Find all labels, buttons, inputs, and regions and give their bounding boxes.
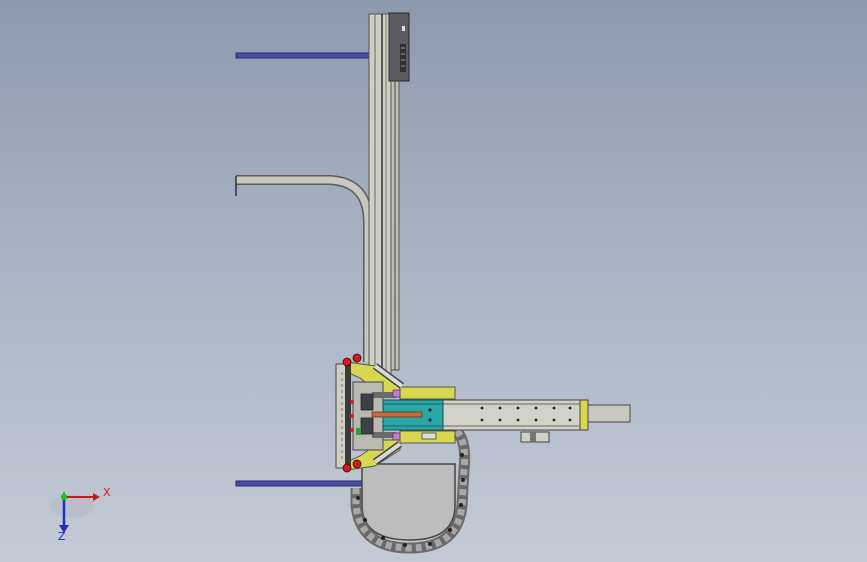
cad-viewport[interactable]: X Z: [0, 0, 867, 562]
cad-model-drawing[interactable]: [0, 0, 867, 562]
orientation-triad: [50, 492, 100, 533]
gripper-plate[interactable]: [335, 363, 351, 469]
bent-pipe[interactable]: [236, 175, 373, 362]
top-motor-block[interactable]: [388, 12, 410, 82]
y-axis-dot: [61, 494, 67, 500]
horizontal-arm[interactable]: [442, 399, 631, 443]
z-axis-label: Z: [58, 530, 66, 543]
x-axis-label: X: [103, 486, 111, 499]
upper-bar[interactable]: [235, 52, 371, 59]
lower-bar[interactable]: [235, 480, 363, 487]
cable-tray[interactable]: [361, 463, 456, 541]
